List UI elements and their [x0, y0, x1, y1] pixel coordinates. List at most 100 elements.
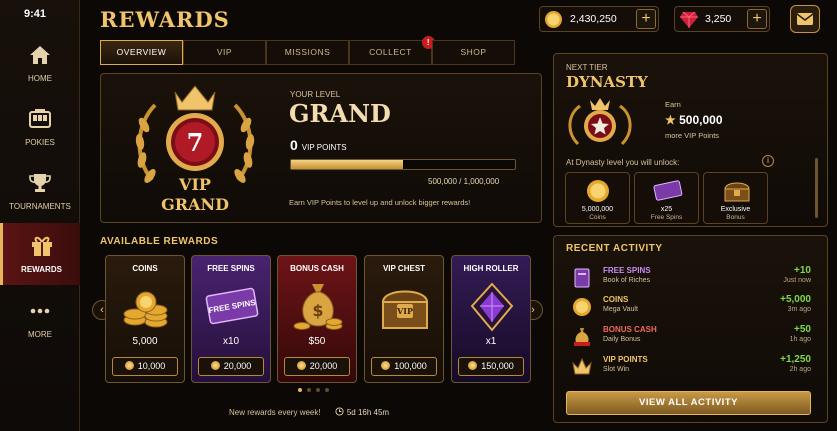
reward-cost-button[interactable]: 100,000 [371, 357, 437, 376]
book-icon [574, 268, 590, 288]
tab-shop[interactable]: SHOP [432, 40, 515, 65]
vip-grand-badge: 7 VIP GRAND [135, 85, 255, 214]
activity-time: 1h ago [789, 336, 811, 343]
rewards-timer-value: 5d 16h 45m [346, 408, 390, 417]
info-icon[interactable]: i [762, 155, 774, 167]
star-icon: ★ [665, 113, 676, 127]
unlock-sub: Coins [589, 214, 606, 221]
unlock-free-spins: x25 Free Spins [634, 172, 699, 224]
view-all-activity-button[interactable]: VIEW ALL ACTIVITY [566, 391, 811, 415]
reward-cost-button[interactable]: 10,000 [112, 357, 178, 376]
page-dot[interactable] [316, 388, 320, 392]
vip-badge-top: VIP [178, 175, 211, 194]
chest-text: VIP [396, 306, 413, 316]
coin-icon [210, 361, 220, 370]
home-icon [30, 46, 50, 64]
mail-icon [796, 13, 814, 25]
sidebar-item-more[interactable]: MORE [0, 298, 80, 360]
vip-hint: Earn VIP Points to level up and unlock b… [289, 198, 471, 207]
tab-vip[interactable]: VIP [183, 40, 266, 65]
sidebar-item-pokies[interactable]: POKIES [0, 106, 80, 168]
reward-card-coins[interactable]: COINS 5,000 10,000 [105, 255, 185, 383]
vip-points-label: VIP POINTS [301, 143, 347, 152]
reward-card-value: 5,000 [132, 336, 158, 347]
page-dot[interactable] [298, 388, 302, 392]
tab-bar: OVERVIEW VIP MISSIONS COLLECT! SHOP [100, 36, 515, 65]
coin-icon [545, 11, 562, 28]
vip-progress-text: 500,000 / 1,000,000 [428, 177, 500, 186]
rewards-footer: New rewards every week! 5d 16h 45m [229, 407, 389, 417]
activity-time: Just now [783, 277, 811, 284]
activity-item: VIP POINTS Slot Win +1,250 2h ago [566, 354, 811, 383]
rewards-footer-text: New rewards every week! [229, 408, 321, 417]
activity-value: +5,000 [780, 294, 811, 305]
activity-sub: Book of Riches [603, 277, 651, 284]
inbox-button[interactable] [790, 5, 820, 33]
buy-coins-button[interactable]: + [636, 9, 656, 29]
trophy-icon [29, 174, 51, 192]
gift-icon [31, 236, 52, 256]
tab-collect[interactable]: COLLECT! [349, 36, 435, 65]
reward-card-free-spins[interactable]: FREE SPINS FREE SPINS x10 20,000 [191, 255, 271, 383]
reward-card-name: VIP CHEST [382, 264, 426, 273]
reward-cost-button[interactable]: 150,000 [458, 357, 524, 376]
activity-sub: Daily Bonus [603, 336, 641, 343]
page-dot[interactable] [325, 388, 329, 392]
reward-cost-button[interactable]: 20,000 [284, 357, 350, 376]
reward-card-name: HIGH ROLLER [463, 264, 519, 273]
status-time: 9:41 [24, 8, 47, 20]
recent-activity-title: RECENT ACTIVITY [566, 243, 663, 254]
page-dot[interactable] [307, 388, 311, 392]
sidebar-item-label: HOME [28, 74, 52, 83]
available-rewards-title: AVAILABLE REWARDS [100, 236, 219, 247]
reward-card-value: x1 [485, 336, 497, 347]
tab-collect-label: COLLECT [369, 47, 412, 57]
coin-icon [296, 361, 306, 370]
sidebar-item-rewards[interactable]: REWARDS [0, 223, 80, 285]
unlock-sub: Bonus [726, 214, 745, 221]
activity-item: FREE SPINS Book of Riches +10 Just now [566, 265, 811, 294]
activity-value: +50 [794, 324, 811, 335]
next-tier-name: DYNASTY [566, 73, 648, 91]
coin-stack-icon [123, 291, 168, 328]
earn-value-row: ★ 500,000 [665, 113, 723, 127]
activity-time: 3m ago [787, 306, 811, 313]
reward-card-vip-chest[interactable]: VIP CHEST VIP 100,000 [364, 255, 444, 383]
reward-card-value: x10 [222, 336, 240, 347]
vip-badge-number: 7 [187, 128, 204, 157]
ticket-icon: FREE SPINS [205, 287, 259, 325]
earn-value: 500,000 [679, 113, 723, 127]
reward-card-high-roller[interactable]: HIGH ROLLER x1 150,000 [451, 255, 531, 383]
money-bag-icon [574, 328, 590, 346]
crown-icon [572, 357, 592, 375]
level-label: YOUR LEVEL [290, 90, 341, 99]
tab-missions[interactable]: MISSIONS [266, 40, 349, 65]
more-icon [30, 308, 50, 314]
vip-points-value: 0 [290, 137, 298, 153]
reward-card-bonus-cash[interactable]: BONUS CASH $ $50 20,000 [277, 255, 357, 383]
activity-item: COINS Mega Vault +5,000 3m ago [566, 294, 811, 323]
page-title: REWARDS [100, 7, 230, 32]
reward-card-name: COINS [132, 264, 158, 273]
carousel-pagination [298, 388, 329, 392]
buy-gems-button[interactable]: + [747, 9, 767, 29]
clock-icon [335, 407, 344, 416]
treasure-chest-icon [724, 182, 750, 202]
activity-sub: Mega Vault [603, 306, 638, 313]
money-bag-icon: $ [293, 284, 343, 330]
activity-title: VIP POINTS [603, 355, 648, 364]
scrollbar[interactable] [815, 158, 818, 218]
activity-item: BONUS CASH Daily Bonus +50 1h ago [566, 324, 811, 353]
activity-sub: Slot Win [603, 366, 630, 373]
reward-cost-button[interactable]: 20,000 [198, 357, 264, 376]
amethyst-gem-icon [470, 282, 514, 332]
sidebar-item-home[interactable]: HOME [0, 42, 80, 104]
activity-title: FREE SPINS [603, 266, 651, 275]
ticket-icon [653, 180, 683, 201]
activity-value: +10 [794, 265, 811, 276]
tab-overview[interactable]: OVERVIEW [100, 40, 183, 65]
coin-balance: 2,430,250 + [539, 6, 659, 32]
treasure-chest-icon: VIP [381, 290, 429, 329]
unlock-text: At Dynasty level you will unlock: [566, 158, 680, 167]
reward-card-name: FREE SPINS [207, 264, 255, 273]
